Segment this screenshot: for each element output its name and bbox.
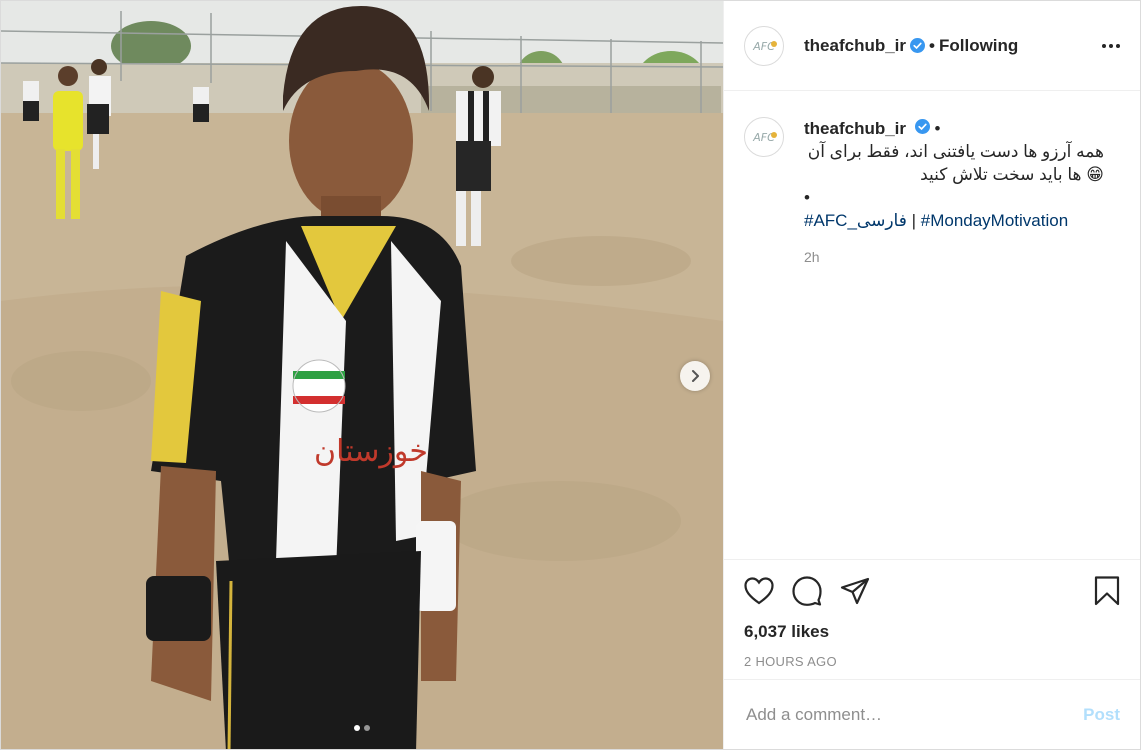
- caption-line-1: همه آرزو ها دست یافتنی اند، فقط برای آن: [807, 142, 1104, 161]
- carousel-indicator: [1, 725, 723, 731]
- afc-logo-icon: AFC: [752, 131, 777, 144]
- header-username[interactable]: theafchub_ir: [804, 36, 906, 56]
- verified-badge-icon: [910, 38, 926, 53]
- shirt-sponsor-text: خوزستان: [314, 434, 428, 469]
- caption-separator: •: [934, 119, 941, 138]
- instagram-post: خوزستان AFC theafchub_ir • Following AFC…: [0, 0, 1141, 750]
- post-actions: 6,037 likes 2 HOURS AGO: [724, 559, 1140, 679]
- carousel-dot-active: [354, 725, 360, 731]
- add-comment-bar: Post: [724, 679, 1140, 749]
- caption-line-2: 😁 ها باید سخت تلاش کنید: [920, 165, 1104, 184]
- hashtags: #AFC_فارسی | #MondayMotivation: [804, 209, 1104, 232]
- caption-username[interactable]: theafchub_ir: [804, 119, 906, 138]
- paper-plane-icon[interactable]: [840, 577, 870, 605]
- caption-time[interactable]: 2h: [804, 246, 1104, 269]
- verified-badge-icon: [914, 119, 930, 134]
- hashtag-afc-farsi[interactable]: #AFC_فارسی: [804, 211, 907, 230]
- hashtag-monday-motivation[interactable]: #MondayMotivation: [921, 211, 1068, 230]
- comments-area: AFC theafchub_ir • همه آرزو ها دست یافتن…: [724, 91, 1140, 559]
- header-separator: •: [929, 35, 935, 55]
- post-side-panel: AFC theafchub_ir • Following AFC theafch…: [723, 1, 1140, 749]
- bookmark-icon[interactable]: [1094, 576, 1120, 606]
- post-timestamp[interactable]: 2 HOURS AGO: [744, 654, 1120, 669]
- heart-icon[interactable]: [744, 577, 774, 605]
- more-options-icon[interactable]: [1102, 38, 1120, 54]
- chevron-right-icon: [692, 370, 699, 382]
- carousel-dot: [364, 725, 370, 731]
- following-button[interactable]: Following: [939, 36, 1018, 56]
- post-media[interactable]: خوزستان: [1, 1, 723, 749]
- comment-input[interactable]: [744, 703, 1084, 726]
- post-header: AFC theafchub_ir • Following: [724, 1, 1140, 91]
- likes-count[interactable]: 6,037 likes: [744, 622, 1120, 642]
- post-comment-button[interactable]: Post: [1083, 705, 1120, 725]
- carousel-next-button[interactable]: [680, 361, 710, 391]
- caption-avatar[interactable]: AFC: [744, 117, 784, 157]
- post-photo: خوزستان: [1, 1, 723, 749]
- caption-bullet: •: [804, 188, 810, 207]
- hashtag-divider: |: [911, 211, 917, 230]
- afc-logo-icon: AFC: [752, 40, 777, 53]
- svg-text:AFC: AFC: [752, 131, 775, 144]
- caption: AFC theafchub_ir • همه آرزو ها دست یافتن…: [744, 117, 1120, 269]
- comment-icon[interactable]: [792, 576, 822, 606]
- grin-emoji-icon: 😁: [1086, 165, 1104, 184]
- avatar[interactable]: AFC: [744, 25, 784, 66]
- svg-text:AFC: AFC: [752, 40, 775, 53]
